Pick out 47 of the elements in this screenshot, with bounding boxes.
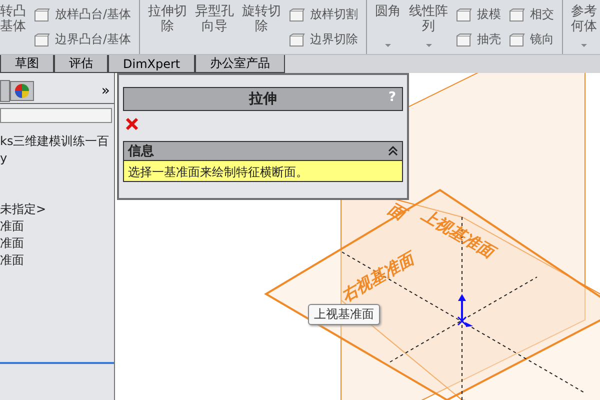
tree-item[interactable]: 准面 (0, 252, 114, 269)
toolbar-button[interactable]: 相交 (530, 6, 554, 23)
filter-field[interactable] (0, 108, 112, 123)
tree-item[interactable]: y (0, 150, 114, 167)
feature-icon (456, 8, 472, 22)
tab[interactable]: 评估 (54, 55, 108, 73)
toolbar-button[interactable]: 拉伸切 除 (148, 0, 188, 54)
toolbar-button[interactable]: 圆角 (375, 0, 402, 54)
feature-icon (34, 32, 50, 46)
toolbar-button[interactable]: 拔模 (477, 6, 502, 23)
feature-icon (34, 8, 50, 22)
group-title: 信息 (128, 143, 154, 160)
feature-icon (289, 32, 306, 46)
feature-icon (509, 8, 526, 22)
toolbar-button[interactable]: 转凸 基体 (0, 0, 26, 54)
tree-item[interactable]: 准面 (0, 218, 114, 235)
tree-item[interactable]: 未指定> (0, 201, 114, 218)
expand-button[interactable]: » (101, 83, 110, 99)
panel-tab[interactable] (0, 80, 10, 102)
toolbar-button[interactable]: 线性阵 列 (409, 0, 448, 54)
feature-icon (509, 32, 526, 46)
color-wheel-icon (14, 83, 30, 99)
info-message: 选择一基准面来绘制特征横断面。 (124, 161, 402, 181)
toolbar-button[interactable]: 镜向 (530, 31, 554, 48)
toolbar-button[interactable]: 放样切割 (310, 6, 358, 23)
tab[interactable]: DimXpert (108, 55, 196, 73)
toolbar-button[interactable]: 放样凸台/基体 (55, 6, 132, 23)
toolbar-button[interactable]: 抽壳 (477, 31, 502, 48)
toolbar-button[interactable]: 边界切除 (310, 31, 358, 48)
feature-icon (456, 32, 472, 46)
tooltip: 上视基准面 (308, 304, 380, 325)
toolbar-button[interactable]: 参考 何体 (571, 0, 598, 54)
toolbar-button[interactable]: 旋转切 除 (242, 0, 282, 54)
tree-item[interactable]: 准面 (0, 235, 114, 252)
collapse-button[interactable] (388, 145, 398, 157)
toolbar-button[interactable]: 异型孔 向导 (195, 0, 234, 54)
close-icon (125, 117, 139, 131)
tab[interactable]: 草图 (0, 55, 54, 73)
origin-triad (457, 294, 473, 327)
tab[interactable]: 办公室产品 (195, 55, 286, 73)
plane-label: 右视基准面 (338, 249, 417, 306)
feature-icon (289, 8, 306, 22)
toolbar-button[interactable]: 边界凸台/基体 (55, 31, 132, 48)
panel-title: 拉伸 (249, 90, 277, 108)
tree-item[interactable]: ks三维建模训练一百 (0, 133, 114, 150)
panel-tab[interactable] (10, 81, 34, 101)
plane-label: 上视基准面 (418, 205, 498, 262)
